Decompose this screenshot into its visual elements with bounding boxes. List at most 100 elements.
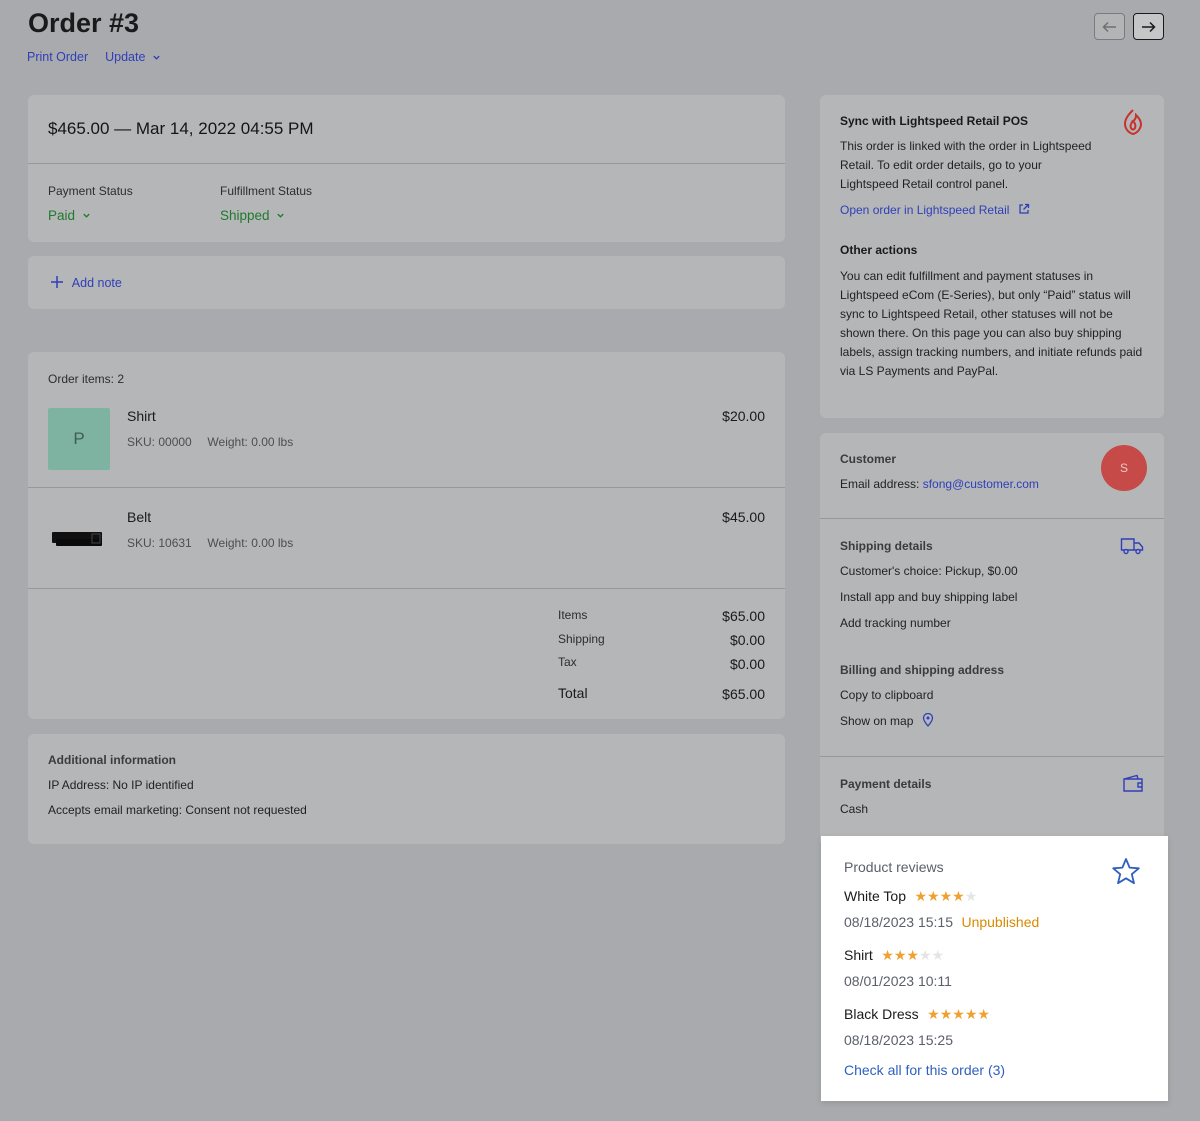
item-weight: Weight: 0.00 lbs — [207, 435, 294, 449]
review-date: 08/18/2023 15:15 — [844, 914, 953, 930]
add-note-button[interactable]: Add note — [50, 275, 122, 290]
truck-icon — [1120, 537, 1144, 560]
star-filled-icon: ★ — [927, 1006, 940, 1022]
open-in-lightspeed-label: Open order in Lightspeed Retail — [840, 203, 1010, 217]
totals-tax-label: Tax — [558, 655, 577, 669]
avatar: S — [1101, 445, 1147, 491]
product-reviews-card: Product reviews White Top ★★★★★ 08/18/20… — [821, 836, 1168, 1101]
fulfillment-status-label: Fulfillment Status — [220, 184, 313, 198]
divider — [820, 518, 1164, 519]
map-pin-icon — [922, 712, 933, 727]
payment-status-dropdown[interactable]: Paid — [48, 208, 91, 223]
item-price: $20.00 — [722, 408, 765, 424]
star-filled-icon: ★ — [939, 888, 953, 904]
order-summary-card: $465.00 — Mar 14, 2022 04:55 PM Payment … — [28, 95, 785, 242]
item-name[interactable]: Shirt — [127, 408, 156, 424]
other-actions-description: You can edit fulfillment and payment sta… — [840, 267, 1142, 381]
copy-to-clipboard-link[interactable]: Copy to clipboard — [840, 686, 933, 705]
chevron-down-icon — [277, 213, 284, 218]
totals-shipping-label: Shipping — [558, 632, 605, 646]
text-line: Lightspeed Retail control panel. — [840, 177, 1009, 191]
update-label: Update — [105, 50, 146, 64]
rating-stars: ★★★★★ — [914, 888, 977, 904]
divider — [28, 163, 785, 164]
text-line: labels, assign tracking numbers, and ini… — [840, 345, 1143, 359]
shipping-choice: Customer's choice: Pickup, $0.00 — [840, 564, 1018, 578]
product-thumbnail-placeholder: P — [48, 408, 110, 470]
payment-status-value: Paid — [48, 208, 76, 223]
other-actions-title: Other actions — [840, 243, 918, 257]
next-order-button[interactable] — [1133, 13, 1164, 40]
lightspeed-logo-icon — [1122, 109, 1144, 140]
payment-status-label: Payment Status — [48, 184, 133, 198]
review-product-name[interactable]: White Top — [844, 888, 906, 904]
review-meta: 08/18/2023 15:15 Unpublished — [844, 914, 1039, 932]
star-filled-icon: ★ — [977, 1006, 990, 1022]
fulfillment-status-value: Shipped — [220, 208, 270, 223]
review-meta: 08/01/2023 10:11 — [844, 973, 952, 991]
customer-email-link[interactable]: sfong@customer.com — [923, 477, 1039, 491]
payment-details-title: Payment details — [840, 777, 932, 791]
chevron-down-icon — [153, 55, 160, 61]
order-items-count: Order items: 2 — [48, 372, 125, 386]
update-dropdown[interactable]: Update — [105, 50, 161, 64]
arrow-right-icon — [1142, 21, 1156, 32]
review-item: Black Dress ★★★★★ — [844, 1006, 990, 1024]
item-meta: SKU: 00000 Weight: 0.00 lbs — [127, 435, 293, 449]
text-line: Lightspeed eCom (E-Series), but only “Pa… — [840, 288, 1131, 302]
rating-stars: ★★★★★ — [881, 947, 944, 963]
review-item: Shirt ★★★★★ — [844, 947, 944, 965]
text-line: Retail. To edit order details, go to you… — [840, 158, 1042, 172]
star-filled-icon: ★ — [952, 888, 965, 904]
star-filled-icon: ★ — [881, 947, 894, 963]
item-price: $45.00 — [722, 509, 765, 525]
check-all-reviews-link[interactable]: Check all for this order (3) — [844, 1062, 1005, 1078]
star-empty-icon: ★ — [931, 947, 945, 963]
email-marketing-consent: Accepts email marketing: Consent not req… — [48, 803, 307, 817]
plus-icon — [51, 276, 63, 288]
star-empty-icon: ★ — [918, 947, 932, 963]
customer-card: Customer Email address: sfong@customer.c… — [820, 433, 1164, 843]
item-name[interactable]: Belt — [127, 509, 151, 525]
divider — [28, 487, 785, 488]
star-filled-icon: ★ — [952, 1006, 965, 1022]
previous-order-button[interactable] — [1094, 13, 1125, 40]
total-label: Total — [558, 685, 588, 701]
show-on-map-link[interactable]: Show on map — [840, 712, 934, 731]
divider — [28, 588, 785, 589]
order-headline: $465.00 — Mar 14, 2022 04:55 PM — [48, 119, 314, 138]
install-shipping-app-link[interactable]: Install app and buy shipping label — [840, 588, 1017, 607]
star-filled-icon: ★ — [893, 947, 907, 963]
review-meta: 08/18/2023 15:25 — [844, 1032, 953, 1050]
lightspeed-sync-card: Sync with Lightspeed Retail POS This ord… — [820, 95, 1164, 418]
note-card: Add note — [28, 256, 785, 309]
star-filled-icon: ★ — [914, 888, 928, 904]
text-line: You can edit fulfillment and payment sta… — [840, 269, 1094, 283]
divider — [820, 756, 1164, 757]
star-icon[interactable] — [1111, 857, 1141, 891]
star-filled-icon: ★ — [927, 888, 940, 904]
star-empty-icon: ★ — [964, 888, 978, 904]
review-date: 08/18/2023 15:25 — [844, 1032, 953, 1048]
text-line: via LS Payments and PayPal. — [840, 364, 999, 378]
ip-address: IP Address: No IP identified — [48, 778, 194, 792]
star-filled-icon: ★ — [964, 1006, 978, 1022]
review-product-name[interactable]: Shirt — [844, 947, 873, 963]
item-weight: Weight: 0.00 lbs — [207, 536, 294, 550]
print-order-link[interactable]: Print Order — [27, 50, 88, 64]
star-filled-icon: ★ — [906, 947, 919, 963]
product-reviews-title: Product reviews — [844, 859, 944, 875]
add-tracking-number-link[interactable]: Add tracking number — [840, 614, 951, 633]
totals-tax-value: $0.00 — [729, 656, 765, 672]
fulfillment-status-dropdown[interactable]: Shipped — [220, 208, 285, 223]
sync-title: Sync with Lightspeed Retail POS — [840, 114, 1029, 128]
review-product-name[interactable]: Black Dress — [844, 1006, 919, 1022]
open-in-lightspeed-link[interactable]: Open order in Lightspeed Retail — [840, 203, 1030, 217]
totals-shipping-value: $0.00 — [729, 632, 765, 648]
text-line: shown there. On this page you can also b… — [840, 326, 1122, 340]
shipping-details-title: Shipping details — [840, 539, 933, 553]
external-link-icon — [1019, 203, 1029, 214]
rating-stars: ★★★★★ — [927, 1006, 990, 1022]
billing-shipping-address-title: Billing and shipping address — [840, 663, 1005, 677]
star-filled-icon: ★ — [939, 1006, 953, 1022]
